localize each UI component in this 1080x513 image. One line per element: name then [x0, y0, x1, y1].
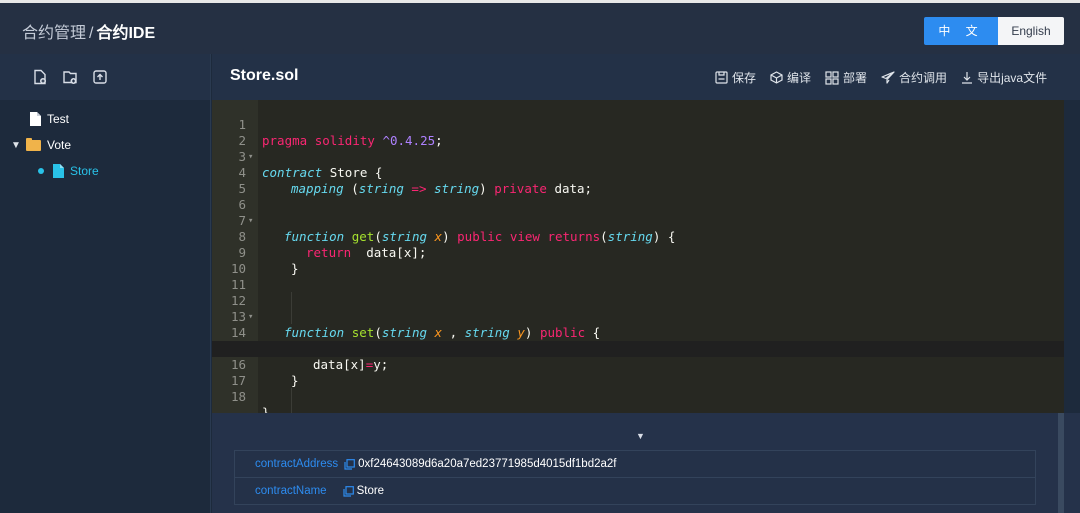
tree-item-label: Test [47, 112, 70, 126]
caret-down-icon[interactable]: ▼ [11, 140, 21, 151]
contract-ide-app: 合约管理 / 合约IDE 中 文 English Test ▼ Vote Sto… [0, 0, 1080, 513]
export-label: 导出java文件 [977, 71, 1048, 85]
code-line: 12 ▾ function set(string x , string y) p… [212, 277, 1064, 340]
code-line: 5 [212, 165, 1064, 196]
line-number: 18 [230, 389, 246, 404]
contract-address-value-wrap: 0xf24643089d6a20a7ed23771985d4015df1bd2a… [344, 458, 616, 470]
lang-zh-button[interactable]: 中 文 [924, 17, 998, 45]
code-editor[interactable]: 1 pragma solidity ^0.4.25; 2 ▾ contract … [212, 100, 1064, 436]
upload-icon[interactable] [90, 67, 110, 87]
code-line: 8 return data[x]; [212, 213, 1064, 260]
deploy-button[interactable]: 部署 [825, 69, 867, 86]
save-label: 保存 [732, 71, 757, 85]
folder-icon [26, 137, 41, 151]
contract-address-value: 0xf24643089d6a20a7ed23771985d4015df1bd2a… [358, 458, 617, 470]
copy-icon[interactable] [342, 485, 354, 497]
top-bar: 合约管理 / 合约IDE 中 文 English [0, 0, 1080, 54]
invoke-label: 合约调用 [899, 71, 948, 85]
contract-name-row: contractName Store [234, 477, 1036, 505]
download-icon [962, 72, 973, 84]
breadcrumb-current: 合约IDE [96, 25, 156, 42]
code-line: 6 ▾ function get(string x) public view r… [212, 181, 1064, 244]
code-line: 9 } [212, 229, 1064, 276]
code-line: 11 [212, 261, 1064, 292]
breadcrumb-parent[interactable]: 合约管理 [22, 25, 86, 42]
copy-icon[interactable] [344, 458, 356, 470]
export-java-button[interactable]: 导出java文件 [961, 69, 1047, 86]
code-line: 7 [212, 197, 1064, 228]
output-panel: ▼ contractAddress 0xf24643089d6a20a7ed23… [212, 413, 1080, 513]
panel-scrollbar[interactable] [1058, 413, 1064, 513]
editor-header: Store.sol 保存 编译 部署 合约调用 导出java文件 [212, 54, 1080, 100]
code-line: 1 pragma solidity ^0.4.25; [212, 101, 1064, 148]
lang-en-button[interactable]: English [998, 17, 1064, 45]
sidebar-toolbar [0, 54, 210, 100]
code-line: 13 [212, 293, 1064, 324]
code-line: 14 [212, 309, 1064, 340]
contract-name-value-wrap: Store [342, 485, 385, 497]
tree-item-label: Vote [47, 138, 72, 152]
compile-label: 编译 [787, 71, 812, 85]
active-dot-icon [38, 168, 44, 174]
code-line: 3 [212, 133, 1064, 164]
code-line: 10 [212, 245, 1064, 276]
code-line: 4 mapping (string => string) private dat… [212, 149, 1064, 196]
editor-actions: 保存 编译 部署 合约调用 导出java文件 [715, 69, 1047, 86]
breadcrumb-separator: / [89, 25, 94, 42]
tree-item-label: Store [70, 164, 99, 178]
code-line-active: 16 } [212, 341, 1064, 388]
tree-item-test[interactable]: Test [0, 106, 210, 132]
new-folder-icon[interactable] [60, 67, 80, 87]
breadcrumb: 合约管理 / 合约IDE [22, 19, 155, 43]
file-icon [53, 164, 64, 178]
deploy-label: 部署 [843, 71, 868, 85]
code-line: 2 ▾ contract Store { [212, 117, 1064, 180]
send-icon [881, 71, 895, 84]
code-line: 15 data[x]=y; [212, 325, 1064, 372]
new-file-icon[interactable] [30, 67, 50, 87]
grid-icon [825, 70, 839, 85]
save-icon [715, 71, 728, 84]
code-line: 18 } [212, 373, 1064, 420]
tree-item-vote[interactable]: ▼ Vote [0, 132, 210, 158]
contract-address-row: contractAddress 0xf24643089d6a20a7ed2377… [234, 450, 1036, 478]
contract-name-label: contractName [255, 485, 327, 497]
collapse-arrow-icon[interactable]: ▼ [636, 431, 645, 441]
contract-name-value: Store [356, 485, 385, 497]
save-button[interactable]: 保存 [715, 69, 756, 86]
contract-address-label: contractAddress [255, 458, 339, 470]
compile-button[interactable]: 编译 [770, 69, 811, 86]
file-title: Store.sol [230, 67, 299, 84]
code-line: 17 [212, 357, 1064, 388]
language-switch: 中 文 English [924, 17, 1064, 45]
invoke-button[interactable]: 合约调用 [881, 69, 947, 86]
file-icon [30, 112, 41, 126]
file-tree: Test ▼ Vote Store [0, 100, 210, 184]
tree-item-store[interactable]: Store [0, 158, 210, 184]
cube-icon [770, 71, 783, 84]
file-sidebar: Test ▼ Vote Store [0, 54, 211, 513]
